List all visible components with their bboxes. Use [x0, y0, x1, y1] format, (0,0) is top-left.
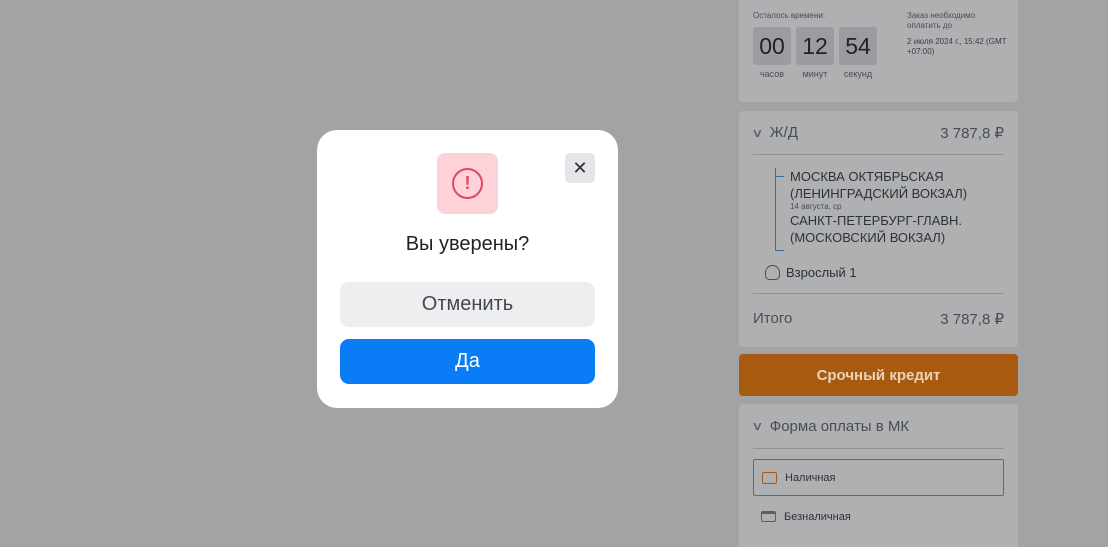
- railway-section-price: 3 787,8 ₽: [940, 124, 1004, 142]
- warning-icon: !: [452, 168, 483, 199]
- railway-section-header[interactable]: ∨ Ж/Д 3 787,8 ₽: [751, 111, 1004, 155]
- close-button[interactable]: ✕: [565, 153, 595, 183]
- person-icon: [765, 264, 780, 280]
- timer-countdown: Осталось времени: 00 12 54 часов минут с…: [753, 11, 877, 79]
- card-icon: [761, 511, 776, 522]
- confirm-button[interactable]: Да: [340, 339, 595, 384]
- payment-option-cashless[interactable]: Безналичная: [753, 498, 1004, 535]
- payment-form-title: Форма оплаты в МК: [769, 417, 910, 435]
- timer-panel: Осталось времени: 00 12 54 часов минут с…: [739, 0, 1018, 102]
- wallet-icon: [762, 471, 777, 484]
- passenger-info: Взрослый 1: [765, 261, 1004, 283]
- payment-deadline: Заказ необходимо оплатить до 2 июля 2024…: [907, 11, 1007, 57]
- total-label: Итого: [753, 310, 793, 327]
- deadline-label: Заказ необходимо оплатить до: [907, 11, 976, 30]
- seconds-label: секунд: [843, 69, 873, 79]
- order-total: Итого 3 787,8 ₽: [753, 293, 1004, 343]
- time-remaining-label: Осталось времени:: [753, 11, 826, 20]
- deadline-value: 2 июля 2024 г., 15:42 (GMT +07:00): [907, 37, 1007, 56]
- passenger-label: Взрослый 1: [786, 264, 857, 280]
- confirm-dialog: ! ✕ Вы уверены? Отменить Да: [317, 130, 618, 408]
- timer-seconds: 54: [839, 27, 877, 65]
- total-value: 3 787,8 ₽: [940, 310, 1004, 328]
- chevron-down-icon[interactable]: ∨: [751, 419, 763, 433]
- chevron-down-icon[interactable]: ∨: [751, 126, 763, 140]
- payment-form-panel: ∨ Форма оплаты в МК Наличная Безналичная: [739, 404, 1018, 547]
- warning-badge: !: [437, 153, 498, 214]
- timer-hours: 00: [753, 27, 791, 65]
- urgent-credit-button[interactable]: Срочный кредит: [739, 354, 1018, 396]
- payment-option-label: Безналичная: [784, 510, 851, 523]
- payment-form-header[interactable]: ∨ Форма оплаты в МК: [751, 404, 1004, 449]
- trip-date: 14 августа, ср: [790, 202, 842, 211]
- railway-section-title: Ж/Д: [769, 124, 798, 141]
- arrival-station: САНКТ-ПЕТЕРБУРГ-ГЛАВН. (МОСКОВСКИЙ ВОКЗА…: [790, 213, 963, 245]
- payment-option-cash[interactable]: Наличная: [753, 459, 1004, 496]
- payment-option-label: Наличная: [785, 471, 836, 484]
- timer-minutes: 12: [796, 27, 834, 65]
- minutes-label: минут: [802, 69, 828, 79]
- cancel-button[interactable]: Отменить: [340, 282, 595, 327]
- hours-label: часов: [759, 69, 785, 79]
- order-summary-panel: ∨ Ж/Д 3 787,8 ₽ МОСКВА ОКТЯБРЬСКАЯ (ЛЕНИ…: [739, 111, 1018, 347]
- route: МОСКВА ОКТЯБРЬСКАЯ (ЛЕНИНГРАДСКИЙ ВОКЗАЛ…: [775, 168, 1004, 251]
- departure-station: МОСКВА ОКТЯБРЬСКАЯ (ЛЕНИНГРАДСКИЙ ВОКЗАЛ…: [790, 169, 968, 201]
- dialog-title: Вы уверены?: [405, 233, 530, 255]
